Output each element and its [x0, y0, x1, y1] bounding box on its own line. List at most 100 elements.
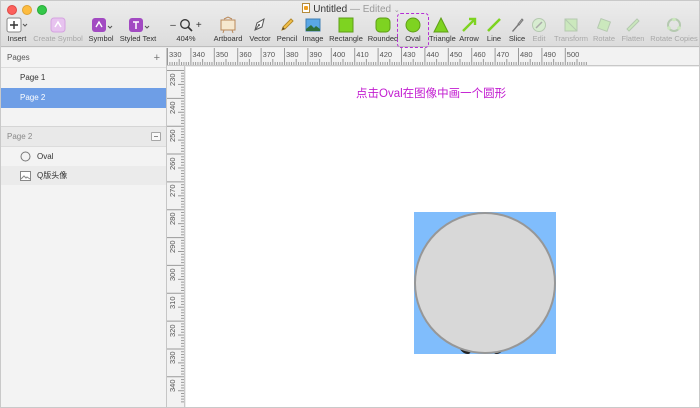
image-button[interactable]: Image [301, 16, 325, 46]
vector-button[interactable]: Vector [248, 16, 272, 46]
arrow-label: Arrow [459, 34, 479, 43]
symbol-icon [87, 16, 115, 34]
transform-button[interactable]: Transform [552, 16, 590, 46]
horizontal-ruler-label: 480 [520, 50, 533, 59]
vertical-ruler-label: 250 [168, 129, 177, 142]
edit-icon [530, 16, 548, 34]
layers-heading: Page 2 [7, 132, 33, 141]
horizontal-ruler-label: 400 [332, 50, 346, 59]
flatten-button[interactable]: Flatten [620, 16, 646, 46]
create-symbol-label: Create Symbol [33, 34, 83, 43]
page-item-1[interactable]: Page 1 [1, 68, 166, 88]
horizontal-ruler-label: 380 [286, 50, 299, 59]
rotate-button[interactable]: Rotate [592, 16, 616, 46]
instruction-annotation: 点击Oval在图像中画一个圆形 [356, 88, 507, 100]
triangle-button[interactable]: Triangle [429, 16, 456, 46]
canvas[interactable]: 点击Oval在图像中画一个圆形 [186, 67, 699, 407]
line-icon [485, 16, 503, 34]
horizontal-ruler-label: 490 [543, 50, 556, 59]
pages-header: Pages + [1, 48, 166, 68]
vertical-ruler[interactable]: 230 240 250 260 270 280 290 300 310 320 330 340 [167, 66, 185, 407]
oval-tool-highlight [397, 13, 429, 48]
horizontal-ruler-label: 340 [192, 50, 205, 59]
pencil-label: Pencil [276, 34, 298, 43]
vertical-ruler-label: 310 [168, 296, 177, 309]
vertical-ruler-label: 330 [168, 351, 177, 365]
insert-icon [6, 16, 28, 34]
slice-label: Slice [508, 34, 526, 43]
create-symbol-button[interactable]: Create Symbol [32, 16, 84, 46]
oval-shape[interactable] [414, 212, 556, 354]
vertical-ruler-label: 280 [168, 212, 177, 226]
add-page-button[interactable]: + [154, 52, 160, 64]
rectangle-icon [328, 16, 364, 34]
image-label: Image [302, 34, 324, 43]
app-window: Untitled — Edited ⌄ Insert Create Symbol… [0, 0, 700, 408]
document-icon [302, 3, 311, 13]
horizontal-ruler[interactable]: 330 340 350 360 370 380 390 400 410 420 430 440 450 4… [167, 48, 699, 66]
triangle-label: Triangle [429, 34, 456, 43]
symbol-label: Symbol [88, 34, 114, 43]
edit-button[interactable]: Edit [530, 16, 548, 46]
arrow-button[interactable]: Arrow [458, 16, 480, 46]
vector-pen-icon [248, 16, 272, 34]
horizontal-ruler-label: 370 [262, 50, 276, 59]
styled-text-label: Styled Text [119, 34, 157, 43]
horizontal-ruler-label: 450 [449, 50, 463, 59]
horizontal-ruler-label: 410 [356, 50, 369, 59]
avatar-image-layer[interactable] [414, 212, 556, 354]
rotate-copies-icon [649, 16, 699, 34]
horizontal-ruler-label: 390 [309, 50, 322, 59]
pencil-button[interactable]: Pencil [276, 16, 298, 46]
pencil-icon [276, 16, 298, 34]
line-button[interactable]: Line [485, 16, 503, 46]
rotate-icon [592, 16, 616, 34]
rectangle-label: Rectangle [329, 34, 363, 43]
vertical-ruler-label: 260 [168, 157, 177, 170]
zoom-out-button[interactable]: – [170, 20, 176, 31]
layer-label: Q版头像 [37, 171, 68, 180]
magnifier-icon [179, 19, 193, 32]
symbol-button[interactable]: Symbol [87, 16, 115, 46]
arrow-icon [458, 16, 480, 34]
artboard-button[interactable]: Artboard [212, 16, 244, 46]
insert-button[interactable]: Insert [6, 16, 28, 46]
pages-list-spacer [1, 108, 166, 127]
create-symbol-icon [32, 16, 84, 34]
vertical-ruler-label: 290 [168, 240, 177, 254]
styled-text-button[interactable]: Styled Text [118, 16, 158, 46]
layer-label: Oval [37, 152, 54, 161]
triangle-icon [429, 16, 453, 34]
zoom-level: 404% [176, 34, 196, 43]
vertical-ruler-label: 340 [168, 379, 177, 393]
collapse-layers-icon[interactable] [151, 132, 161, 141]
line-label: Line [486, 34, 502, 43]
vertical-ruler-label: 230 [168, 73, 177, 86]
horizontal-ruler-label: 430 [403, 50, 416, 59]
horizontal-ruler-label: 420 [379, 50, 393, 59]
layers-header: Page 2 [1, 127, 166, 147]
slice-button[interactable]: Slice [507, 16, 527, 46]
sidebar: Pages + Page 1 Page 2 Page 2 Oval Q版头像 [1, 48, 167, 407]
vertical-ruler-label: 240 [168, 101, 177, 114]
artboard-icon [212, 16, 244, 34]
insert-label: Insert [7, 34, 27, 43]
horizontal-ruler-label: 460 [473, 50, 486, 59]
zoom-in-button[interactable]: + [196, 20, 202, 31]
horizontal-ruler-label: 440 [426, 50, 439, 59]
rotate-copies-label: Rotate Copies [650, 34, 698, 43]
flatten-icon [620, 16, 646, 34]
window-title-bar: Untitled — Edited ⌄ [1, 3, 699, 15]
vertical-ruler-label: 320 [168, 324, 177, 337]
layer-item-image[interactable]: Q版头像 [1, 166, 166, 185]
rounded-button[interactable]: Rounded [367, 16, 399, 46]
layer-item-oval[interactable]: Oval [1, 147, 166, 166]
edit-label: Edit [532, 34, 546, 43]
horizontal-ruler-label: 330 [169, 50, 182, 59]
page-item-2[interactable]: Page 2 [1, 88, 166, 108]
vector-label: Vector [249, 34, 271, 43]
rectangle-button[interactable]: Rectangle [328, 16, 364, 46]
vertical-ruler-label: 270 [168, 184, 177, 198]
transform-label: Transform [554, 34, 588, 43]
rotate-copies-button[interactable]: Rotate Copies [649, 16, 699, 46]
